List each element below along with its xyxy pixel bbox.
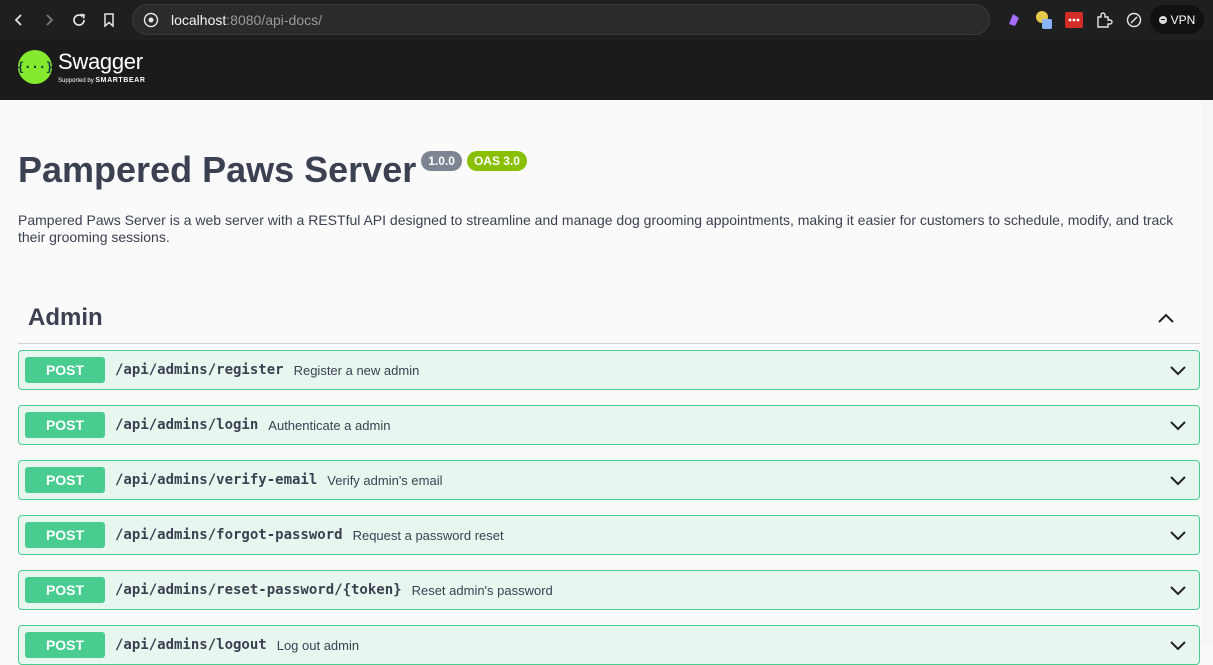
vpn-icon [1158,15,1167,24]
operation-path: /api/admins/verify-email [115,472,318,488]
url-host: localhost [171,11,227,28]
operation-path: /api/admins/forgot-password [115,527,343,543]
operation-row[interactable]: POST /api/admins/verify-email Verify adm… [18,460,1200,500]
swagger-logo-icon: {···} [17,50,53,84]
bookmark-icon [104,13,114,28]
bookmark-button[interactable] [96,7,122,33]
method-badge: POST [25,632,105,658]
api-info-header: Pampered Paws Server 1.0.0 OAS 3.0 [18,148,527,192]
chevron-up-icon[interactable] [1156,308,1176,333]
logo-tagline: Supported by SMARTBEAR [58,77,146,84]
operation-summary: Verify admin's email [327,472,443,488]
operation-path: /api/admins/reset-password/{token} [115,582,402,598]
swagger-topbar: {···} Swagger Supported by SMARTBEAR [0,40,1213,100]
chevron-down-icon[interactable] [1169,418,1187,437]
vpn-button[interactable]: VPN [1150,5,1204,34]
page-title: Pampered Paws Server [18,149,417,190]
method-badge: POST [25,522,105,548]
page-scrollbar[interactable] [1201,100,1213,645]
logo-brand-text: SMARTBEAR [95,77,146,84]
operation-summary: Reset admin's password [411,582,553,598]
oas-badge: OAS 3.0 [466,151,527,171]
operation-summary: Log out admin [276,637,360,653]
method-badge: POST [25,357,105,383]
chevron-right-icon [46,14,54,26]
api-description: Pampered Paws Server is a web server wit… [18,212,1174,245]
extensions-puzzle-icon[interactable] [1092,8,1116,32]
swagger-logo[interactable]: {···} Swagger Supported by SMARTBEAR [17,49,146,84]
url-path: :8080/api-docs/ [226,11,322,28]
operation-summary: Authenticate a admin [268,417,391,433]
logo-supported-text: Supported by [58,78,94,84]
reload-button[interactable] [66,7,92,33]
browser-toolbar: localhost:8080/api-docs/ VPN [0,0,1213,40]
tag-title: Admin [28,304,103,331]
reload-icon [73,13,85,26]
address-bar[interactable]: localhost:8080/api-docs/ [132,4,990,35]
operation-row[interactable]: POST /api/admins/reset-password/{token} … [18,570,1200,610]
leaf-icon[interactable] [1122,8,1146,32]
method-badge: POST [25,467,105,493]
operation-row[interactable]: POST /api/admins/forgot-password Request… [18,515,1200,555]
operation-path: /api/admins/logout [115,637,267,653]
vpn-label: VPN [1170,12,1196,27]
operation-path: /api/admins/login [115,417,259,433]
chevron-down-icon[interactable] [1169,528,1187,547]
operation-path: /api/admins/register [115,362,284,378]
operation-summary: Register a new admin [293,362,420,378]
chevron-left-icon [14,14,22,26]
chevron-down-icon[interactable] [1169,583,1187,602]
chevron-down-icon[interactable] [1169,473,1187,492]
operation-row[interactable]: POST /api/admins/logout Log out admin [18,625,1200,665]
operation-summary: Request a password reset [352,527,504,543]
extension-purple-icon[interactable] [1002,8,1026,32]
forward-button[interactable] [36,7,62,33]
back-button[interactable] [6,7,32,33]
logo-wordmark: Swagger [58,49,143,74]
chevron-down-icon[interactable] [1169,638,1187,657]
extension-palette-icon[interactable] [1032,8,1056,32]
operation-row[interactable]: POST /api/admins/register Register a new… [18,350,1200,390]
chevron-down-icon[interactable] [1169,363,1187,382]
operation-row[interactable]: POST /api/admins/login Authenticate a ad… [18,405,1200,445]
extensions-area [1002,8,1152,32]
tag-header-admin[interactable]: Admin [18,296,1200,344]
extension-lastpass-icon[interactable] [1062,8,1086,32]
method-badge: POST [25,412,105,438]
method-badge: POST [25,577,105,603]
site-info-icon[interactable] [143,12,159,28]
version-badge: 1.0.0 [421,151,462,171]
